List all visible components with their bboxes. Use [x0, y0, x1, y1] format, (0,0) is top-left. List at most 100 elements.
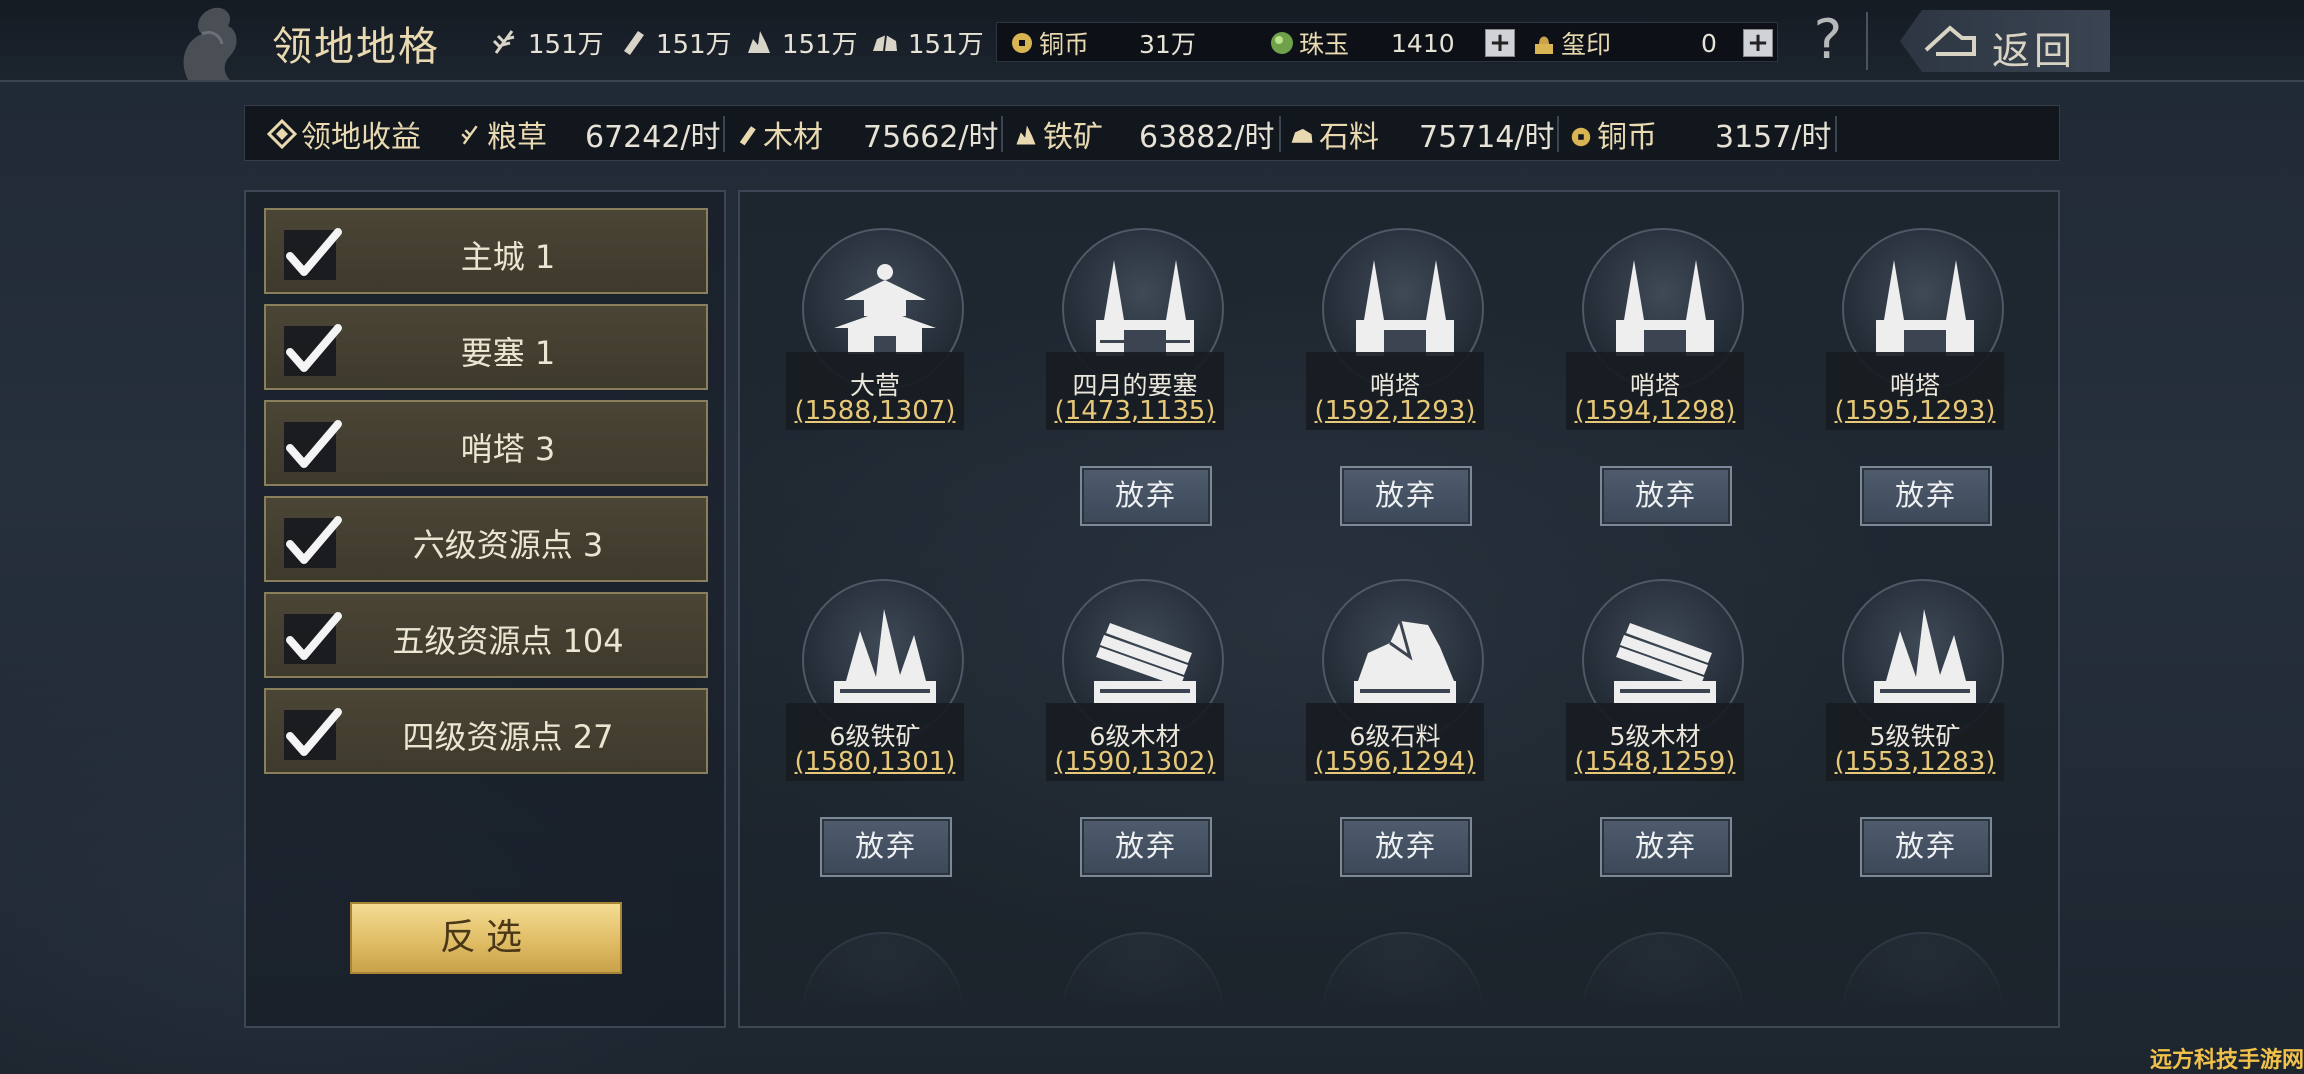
copper-coin-icon — [1569, 122, 1593, 147]
tile-coordinate-link[interactable]: (1588,1307) — [786, 396, 964, 426]
filter-watchtower[interactable]: 哨塔 3 — [264, 400, 708, 486]
tile-coordinate-link[interactable]: (1590,1302) — [1046, 747, 1224, 777]
abandon-button[interactable]: 放弃 — [1600, 817, 1732, 877]
currency-wallet: 铜币 31万 珠玉 1410 + 玺印 0 + — [996, 22, 1778, 62]
tile-card[interactable]: 6级石料 (1596,1294) 放弃 — [1306, 545, 1484, 877]
divider — [1557, 116, 1559, 152]
diamond-icon — [266, 118, 298, 150]
wood-resource: 151万 — [618, 22, 732, 62]
filter-label: 哨塔 3 — [460, 430, 556, 468]
tile-card[interactable]: 5级木材 (1548,1259) 放弃 — [1566, 545, 1744, 877]
filter-label: 主城 1 — [460, 238, 556, 276]
stone-icon — [870, 27, 900, 57]
divider — [1279, 116, 1281, 152]
abandon-button[interactable]: 放弃 — [1340, 817, 1472, 877]
jade-currency: 珠玉 1410 — [1269, 23, 1455, 63]
abandon-button[interactable]: 放弃 — [820, 817, 952, 877]
income-grain-value: 67242/时 — [585, 120, 721, 155]
tile-coordinate-link[interactable]: (1594,1298) — [1566, 396, 1744, 426]
iron-icon — [744, 27, 774, 57]
income-iron: 铁矿 — [1013, 106, 1103, 162]
wood-icon — [618, 27, 648, 57]
iron-resource: 151万 — [744, 22, 858, 62]
jade-label: 珠玉 — [1299, 30, 1350, 59]
stone-amount: 151万 — [908, 29, 984, 60]
buy-seal-button[interactable]: + — [1743, 29, 1773, 57]
income-copper: 铜币 — [1569, 106, 1657, 162]
divider — [1866, 12, 1868, 70]
seal-value: 0 — [1701, 28, 1717, 58]
dragon-emblem-icon — [168, 0, 248, 82]
tile-card[interactable]: 大营 (1588,1307) — [786, 194, 964, 514]
abandon-button[interactable]: 放弃 — [1340, 466, 1472, 526]
stone-icon — [1289, 121, 1315, 147]
back-arrow-icon — [1922, 22, 1982, 66]
filter-label: 要塞 1 — [460, 334, 556, 372]
filter-fortress[interactable]: 要塞 1 — [264, 304, 708, 390]
watermark: 远方科技手游网 — [2150, 1048, 2304, 1073]
copper-label: 铜币 — [1039, 30, 1090, 59]
seal-label: 玺印 — [1561, 30, 1612, 59]
tile-card[interactable]: 哨塔 (1592,1293) 放弃 — [1306, 194, 1484, 526]
income-stone: 石料 — [1289, 106, 1379, 162]
income-grain: 粮草 — [459, 106, 547, 162]
filter-panel: 主城 1 要塞 1 哨塔 3 六级资源点 3 五级资源点 104 四级资源点 2… — [244, 190, 726, 1028]
tile-coordinate-link[interactable]: (1580,1301) — [786, 747, 964, 777]
copper-value: 31万 — [1139, 30, 1196, 59]
seal-icon — [1531, 30, 1557, 56]
filter-level5-resource[interactable]: 五级资源点 104 — [264, 592, 708, 678]
tile-card[interactable]: 哨塔 (1594,1298) 放弃 — [1566, 194, 1744, 526]
tile-card[interactable]: 5级铁矿 (1553,1283) 放弃 — [1826, 545, 2004, 877]
divider — [1835, 116, 1837, 152]
grain-resource: 151万 — [490, 22, 604, 62]
iron-amount: 151万 — [782, 29, 858, 60]
tile-card[interactable]: 6级木材 (1590,1302) 放弃 — [1046, 545, 1224, 877]
tile-card[interactable]: 四月的要塞 (1473,1135) 放弃 — [1046, 194, 1224, 526]
jade-value: 1410 — [1391, 28, 1455, 58]
help-button[interactable]: ? — [1808, 8, 1848, 71]
stone-resource: 151万 — [870, 22, 984, 62]
tile-coordinate-link[interactable]: (1548,1259) — [1566, 747, 1744, 777]
abandon-button[interactable]: 放弃 — [1080, 466, 1212, 526]
invert-selection-button[interactable]: 反选 — [350, 902, 622, 974]
abandon-button[interactable]: 放弃 — [1600, 466, 1732, 526]
seal-currency: 玺印 0 — [1531, 23, 1717, 63]
filter-label: 四级资源点 27 — [402, 718, 614, 756]
tile-coordinate-link[interactable]: (1596,1294) — [1306, 747, 1484, 777]
copper-currency: 铜币 31万 — [1009, 23, 1196, 63]
tile-coordinate-link[interactable]: (1592,1293) — [1306, 396, 1484, 426]
abandon-button[interactable]: 放弃 — [1860, 466, 1992, 526]
scroll-fade — [740, 936, 2058, 1026]
income-stone-value: 75714/时 — [1419, 120, 1555, 155]
tile-coordinate-link[interactable]: (1553,1283) — [1826, 747, 2004, 777]
tile-coordinate-link[interactable]: (1595,1293) — [1826, 396, 2004, 426]
wood-amount: 151万 — [656, 29, 732, 60]
buy-jade-button[interactable]: + — [1485, 29, 1515, 57]
divider — [723, 116, 725, 152]
back-button[interactable]: 返回 — [1900, 10, 2110, 72]
filter-level4-resource[interactable]: 四级资源点 27 — [264, 688, 708, 774]
income-title: 领地收益 — [266, 106, 421, 162]
filter-label: 五级资源点 104 — [392, 622, 624, 660]
back-label: 返回 — [1992, 29, 2077, 73]
filter-level6-resource[interactable]: 六级资源点 3 — [264, 496, 708, 582]
copper-coin-icon — [1009, 30, 1035, 56]
wood-icon — [735, 121, 759, 147]
divider — [1001, 116, 1003, 152]
income-copper-value: 3157/时 — [1715, 120, 1832, 155]
iron-icon — [1013, 121, 1039, 147]
grain-amount: 151万 — [528, 29, 604, 60]
jade-orb-icon — [1269, 30, 1295, 56]
tile-coordinate-link[interactable]: (1473,1135) — [1046, 396, 1224, 426]
income-wood: 木材 — [735, 106, 823, 162]
abandon-button[interactable]: 放弃 — [1080, 817, 1212, 877]
filter-main-city[interactable]: 主城 1 — [264, 208, 708, 294]
income-wood-value: 75662/时 — [863, 120, 999, 155]
income-iron-value: 63882/时 — [1139, 120, 1275, 155]
tile-card[interactable]: 哨塔 (1595,1293) 放弃 — [1826, 194, 2004, 526]
grain-icon — [490, 27, 520, 57]
tile-card[interactable]: 6级铁矿 (1580,1301) 放弃 — [786, 545, 964, 877]
abandon-button[interactable]: 放弃 — [1860, 817, 1992, 877]
top-bar: 领地地格 151万 151万 151万 151万 铜币 31万 珠玉 1410 … — [0, 0, 2304, 82]
page-title: 领地地格 — [272, 24, 440, 70]
